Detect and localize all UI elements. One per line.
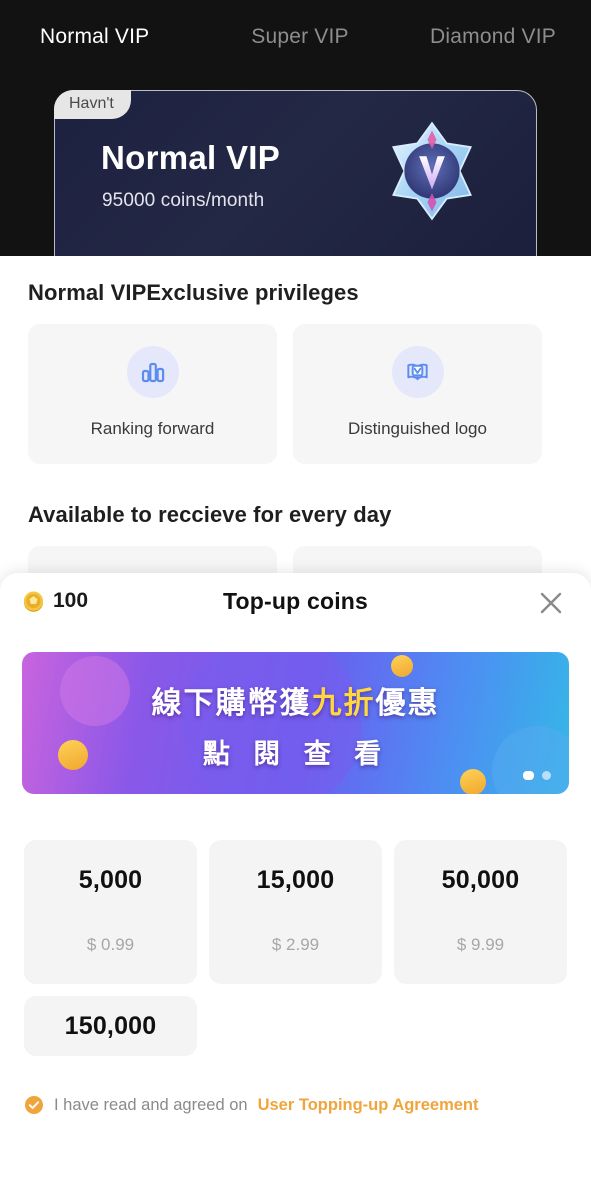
package-amount: 150,000	[64, 1012, 157, 1040]
screen-root: Normal VIP Super VIP Diamond VIP Havn't …	[0, 0, 591, 1178]
book-badge-icon	[391, 346, 444, 398]
tab-super-vip[interactable]: Super VIP	[205, 25, 395, 49]
agreement-link[interactable]: User Topping-up Agreement	[258, 1096, 479, 1115]
vip-plan-price: 95000 coins/month	[102, 190, 265, 211]
privileges-section-title: Normal VIPExclusive privileges	[28, 280, 359, 305]
package-price: $ 2.99	[271, 935, 320, 954]
tab-diamond-vip[interactable]: Diamond VIP	[395, 25, 591, 49]
banner-dot[interactable]	[542, 771, 551, 780]
privileges-card-list: Ranking forward Distinguished logo	[28, 324, 542, 464]
coin-package-option[interactable]: 50,000 $ 9.99	[394, 840, 567, 984]
close-icon[interactable]	[537, 589, 565, 617]
vip-plan-card[interactable]: Havn't Normal VIP 95000 coins/month	[54, 90, 537, 256]
promo-banner[interactable]: 線下購幣獲九折優惠 點 閱 查 看	[22, 652, 569, 794]
privilege-label: Distinguished logo	[348, 419, 487, 438]
topup-sheet-title: Top-up coins	[222, 588, 369, 614]
privilege-card-logo[interactable]: Distinguished logo	[293, 324, 542, 464]
tab-normal-vip[interactable]: Normal VIP	[0, 25, 205, 49]
privilege-label: Ranking forward	[90, 419, 215, 438]
package-amount: 15,000	[256, 866, 335, 894]
banner-decoration	[182, 652, 362, 794]
banner-headline: 線下購幣獲九折優惠	[22, 678, 569, 722]
package-price: $ 0.99	[86, 935, 135, 954]
banner-coin-decoration	[460, 769, 486, 794]
package-amount: 50,000	[441, 866, 520, 894]
topup-sheet: 100 Top-up coins 線下購幣獲九折優惠 點 閱 查 看 5,000…	[0, 573, 591, 1178]
agreement-row[interactable]: I have read and agreed on User Topping-up…	[24, 1095, 479, 1115]
vip-tier-tabs: Normal VIP Super VIP Diamond VIP	[0, 14, 591, 60]
bar-chart-icon	[126, 346, 179, 398]
agreement-text: I have read and agreed on	[54, 1095, 248, 1114]
coin-package-grid: 5,000 $ 0.99 15,000 $ 2.99 50,000 $ 9.99…	[24, 840, 569, 1056]
banner-pagination[interactable]	[523, 771, 551, 780]
package-amount: 5,000	[78, 866, 143, 894]
banner-headline-highlight: 九折	[311, 686, 376, 721]
check-circle-icon[interactable]	[24, 1095, 44, 1115]
privilege-card-ranking[interactable]: Ranking forward	[28, 324, 277, 464]
topup-sheet-header: 100 Top-up coins	[0, 573, 591, 633]
daily-section-title: Available to reccieve for every day	[28, 502, 392, 527]
banner-headline-part2: 優惠	[375, 686, 440, 721]
vip-v-badge-icon	[386, 121, 478, 221]
coin-package-option[interactable]: 150,000	[24, 996, 197, 1056]
vip-plan-title: Normal VIP	[101, 139, 281, 176]
banner-subline: 點 閱 查 看	[202, 739, 389, 770]
banner-coin-decoration	[391, 655, 413, 677]
status-badge: Havn't	[54, 90, 131, 120]
vip-header: Normal VIP Super VIP Diamond VIP Havn't …	[0, 0, 591, 256]
banner-dot-active[interactable]	[523, 771, 534, 780]
banner-headline-part1: 線下購幣獲	[151, 686, 312, 721]
privileges-area: Normal VIPExclusive privileges Ranking f…	[0, 256, 591, 666]
coin-package-option[interactable]: 15,000 $ 2.99	[209, 840, 382, 984]
coin-package-option[interactable]: 5,000 $ 0.99	[24, 840, 197, 984]
package-price: $ 9.99	[456, 935, 505, 954]
